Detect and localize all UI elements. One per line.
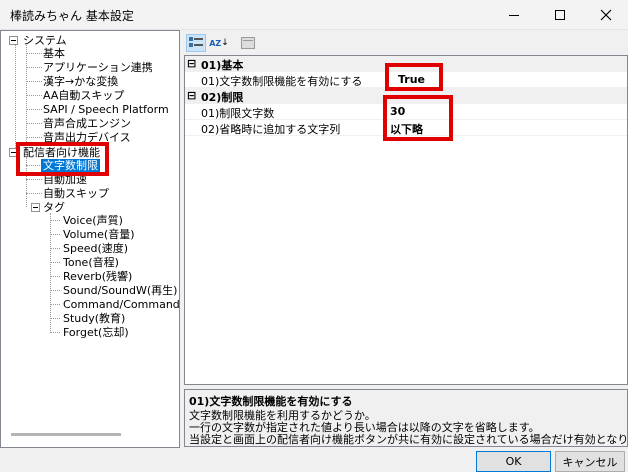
sort-az-icon: AZ [209,38,222,48]
tree-line [26,53,42,54]
tree-line [50,234,60,235]
tree-line [26,81,42,82]
minimize-button[interactable] [492,0,536,30]
settings-tree[interactable]: システム 基本 アプリケーション連携 漢字→かな変換 AA自動スキップ SAPI… [0,30,180,448]
tree-line [26,67,42,68]
description-line: 当設定と画面上の配信者向け機能ボタンが共に有効に設定されている場合だけ有効となり… [189,433,628,446]
tree-line [50,290,60,291]
description-panel: 01)文字数制限機能を有効にする 文字数制限機能を利用するかどうか。 一行の文字… [184,389,628,447]
window-title: 棒読みちゃん 基本設定 [10,9,134,23]
tree-item[interactable]: Forget(忘却) [63,326,129,339]
tree-line [26,123,42,124]
tree-line [50,220,60,221]
tree-item[interactable]: Study(教育) [63,312,125,325]
category-label: 01)基本 [201,59,244,72]
tree-item[interactable]: Voice(声質) [63,214,123,227]
tree-line [26,193,42,194]
tree-item[interactable]: Reverb(残響) [63,270,132,283]
highlight-box [383,95,453,141]
tree-item[interactable]: SAPI / Speech Platform [43,103,169,116]
property-toolbar: AZ ↓ [184,30,628,54]
maximize-button[interactable] [538,0,582,30]
tree-line [26,179,42,180]
tree-item[interactable]: 基本 [43,47,65,60]
property-name: 01)文字数制限機能を有効にする [201,75,363,88]
tree-item[interactable]: 自動スキップ [43,187,109,200]
tree-line [50,213,51,331]
close-button[interactable] [584,0,628,30]
arrow-down-icon: ↓ [221,38,229,48]
collapse-icon[interactable]: ⊟ [187,57,196,70]
property-name: 02)省略時に追加する文字列 [201,123,341,136]
property-name: 01)制限文字数 [201,107,275,120]
collapse-icon[interactable]: ⊟ [187,89,196,102]
tree-item[interactable]: アプリケーション連携 [43,61,153,74]
tree-line [26,109,42,110]
collapse-icon[interactable] [9,36,18,45]
highlight-box [16,142,109,176]
tree-item[interactable]: Command/CommandW [63,298,179,311]
highlight-box [385,63,443,91]
cancel-button[interactable]: キャンセル [555,451,625,472]
tree-item[interactable]: 漢字→かな変換 [43,75,118,88]
tree-line [50,304,60,305]
categorized-icon [189,37,203,47]
categorized-button[interactable] [186,34,206,52]
tree-line [50,248,60,249]
tree-line [50,276,60,277]
title-bar: 棒読みちゃん 基本設定 [0,0,628,30]
tree-item[interactable]: Sound/SoundW(再生) [63,284,177,297]
tree-item[interactable]: Volume(音量) [63,228,135,241]
tree-item[interactable]: 音声合成エンジン [43,117,131,130]
tree-line [50,262,60,263]
tree-line [50,318,60,319]
maximize-icon [555,10,565,20]
tree-item-tag[interactable]: タグ [43,201,65,214]
property-pages-icon [241,37,255,49]
ok-button[interactable]: OK [476,451,551,472]
tree-item[interactable]: Tone(音程) [63,256,119,269]
horizontal-scrollbar[interactable] [11,433,121,436]
category-label: 02)制限 [201,91,244,104]
minimize-icon [509,14,519,16]
close-icon [600,9,612,21]
tree-line [26,137,42,138]
collapse-icon[interactable] [31,203,40,212]
tree-line [15,45,16,152]
tree-item-system[interactable]: システム [23,34,67,47]
alphabetical-button[interactable]: AZ ↓ [209,34,229,52]
tree-item[interactable]: Speed(速度) [63,242,128,255]
tree-item[interactable]: AA自動スキップ [43,89,124,102]
property-pages-button[interactable] [238,34,258,52]
tree-line [50,332,60,333]
tree-line [26,95,42,96]
